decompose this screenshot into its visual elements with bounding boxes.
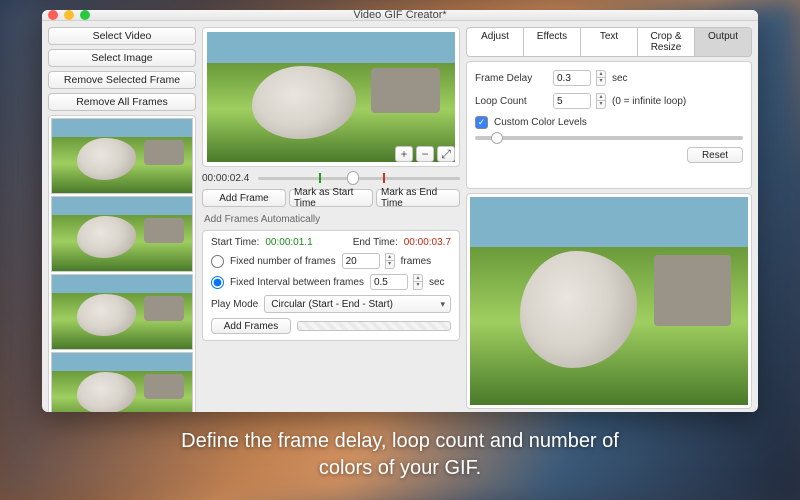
timeline-slider[interactable] bbox=[258, 171, 460, 185]
settings-tabs: Adjust Effects Text Crop & Resize Output bbox=[466, 27, 752, 57]
fixed-number-stepper[interactable]: ▴▾ bbox=[385, 253, 395, 269]
output-panel: Frame Delay 0.3 ▴▾ sec Loop Count 5 ▴▾ (… bbox=[466, 61, 752, 189]
fullscreen-button[interactable]: ⤢ bbox=[437, 146, 455, 162]
video-preview: + − ⤢ bbox=[202, 27, 460, 167]
frame-delay-field[interactable]: 0.3 bbox=[553, 70, 591, 86]
frame-thumbnail[interactable] bbox=[51, 118, 193, 194]
timecode-label: 00:00:02.4 bbox=[202, 173, 254, 184]
add-frames-progress bbox=[297, 321, 451, 331]
fixed-number-unit: frames bbox=[401, 256, 432, 267]
fixed-interval-label: Fixed Interval between frames bbox=[230, 277, 364, 288]
tab-adjust[interactable]: Adjust bbox=[467, 28, 524, 56]
frame-thumbnail[interactable] bbox=[51, 352, 193, 412]
tab-output[interactable]: Output bbox=[695, 28, 751, 56]
window-title: Video GIF Creator* bbox=[42, 10, 758, 21]
play-mode-label: Play Mode bbox=[211, 299, 258, 310]
fixed-number-radio[interactable] bbox=[211, 255, 224, 268]
loop-count-label: Loop Count bbox=[475, 96, 547, 107]
fixed-interval-field[interactable]: 0.5 bbox=[370, 274, 408, 290]
app-window: Video GIF Creator* Select Video Select I… bbox=[42, 10, 758, 412]
add-frames-button[interactable]: Add Frames bbox=[211, 318, 291, 334]
frame-thumbnail-list[interactable] bbox=[48, 115, 196, 412]
select-video-button[interactable]: Select Video bbox=[48, 27, 196, 45]
custom-colors-checkbox[interactable]: ✓ bbox=[475, 116, 488, 129]
loop-count-note: (0 = infinite loop) bbox=[612, 96, 686, 107]
play-mode-select[interactable]: Circular (Start - End - Start) bbox=[264, 295, 451, 313]
remove-selected-frame-button[interactable]: Remove Selected Frame bbox=[48, 71, 196, 89]
auto-frames-heading: Add Frames Automatically bbox=[204, 214, 460, 225]
loop-count-stepper[interactable]: ▴▾ bbox=[596, 93, 606, 109]
gif-preview bbox=[466, 193, 752, 409]
tab-effects[interactable]: Effects bbox=[524, 28, 581, 56]
frame-delay-label: Frame Delay bbox=[475, 73, 547, 84]
frame-delay-unit: sec bbox=[612, 73, 628, 84]
start-time-value: 00:00:01.1 bbox=[265, 237, 312, 248]
frame-delay-stepper[interactable]: ▴▾ bbox=[596, 70, 606, 86]
start-time-label: Start Time: bbox=[211, 237, 259, 248]
end-time-label: End Time: bbox=[353, 237, 398, 248]
zoom-out-button[interactable]: − bbox=[416, 146, 434, 162]
color-levels-slider[interactable] bbox=[475, 136, 743, 140]
fixed-number-label: Fixed number of frames bbox=[230, 256, 336, 267]
marketing-caption: Define the frame delay, loop count and n… bbox=[181, 428, 619, 482]
auto-frames-panel: Start Time: 00:00:01.1 End Time: 00:00:0… bbox=[202, 230, 460, 341]
mark-end-button[interactable]: Mark as End Time bbox=[376, 189, 460, 207]
frame-thumbnail[interactable] bbox=[51, 196, 193, 272]
remove-all-frames-button[interactable]: Remove All Frames bbox=[48, 93, 196, 111]
fixed-interval-unit: sec bbox=[429, 277, 445, 288]
fixed-number-field[interactable]: 20 bbox=[342, 253, 380, 269]
fixed-interval-radio[interactable] bbox=[211, 276, 224, 289]
custom-colors-label: Custom Color Levels bbox=[494, 117, 587, 128]
frame-thumbnail[interactable] bbox=[51, 274, 193, 350]
titlebar: Video GIF Creator* bbox=[42, 10, 758, 21]
select-image-button[interactable]: Select Image bbox=[48, 49, 196, 67]
end-time-value: 00:00:03.7 bbox=[404, 237, 451, 248]
tab-text[interactable]: Text bbox=[581, 28, 638, 56]
zoom-in-button[interactable]: + bbox=[395, 146, 413, 162]
fixed-interval-stepper[interactable]: ▴▾ bbox=[413, 274, 423, 290]
loop-count-field[interactable]: 5 bbox=[553, 93, 591, 109]
tab-crop-resize[interactable]: Crop & Resize bbox=[638, 28, 695, 56]
reset-button[interactable]: Reset bbox=[687, 147, 743, 163]
mark-start-button[interactable]: Mark as Start Time bbox=[289, 189, 373, 207]
add-frame-button[interactable]: Add Frame bbox=[202, 189, 286, 207]
